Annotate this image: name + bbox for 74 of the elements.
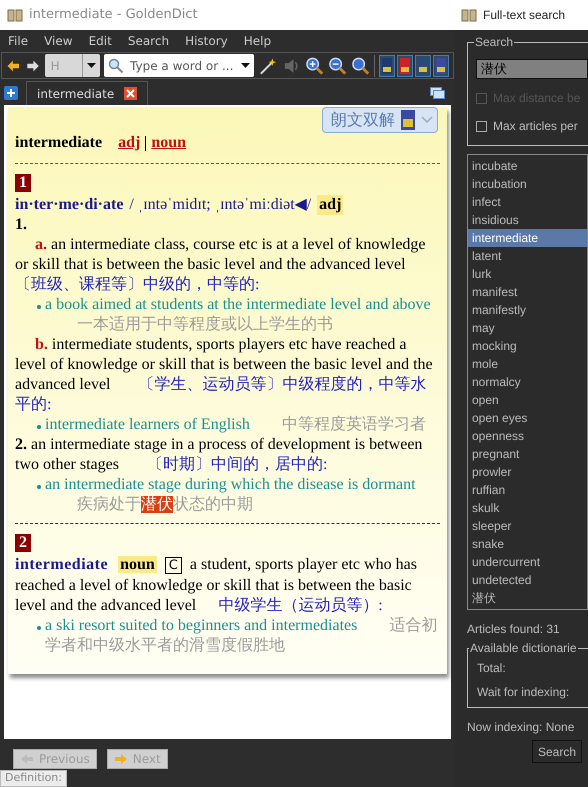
pos-link[interactable]: noun	[151, 131, 186, 155]
menu-item[interactable]: View	[44, 32, 73, 50]
result-item[interactable]: open	[468, 391, 587, 409]
result-item[interactable]: 潜伏	[468, 589, 587, 607]
windows-icon[interactable]	[430, 86, 445, 100]
result-item[interactable]: normalcy	[468, 373, 587, 391]
total-label: Total:	[477, 661, 507, 675]
book-icon	[461, 8, 477, 22]
menu-item[interactable]: Help	[244, 32, 272, 50]
definition: b. intermediate students, sports players etc have reached a level of knowledge or skill that is between the basic level and the advanced level 〔学生、运动员等〕中级程度的，中等水平的:	[15, 335, 434, 415]
sense-number: 1.	[15, 215, 27, 235]
book-icon	[7, 8, 23, 22]
result-item[interactable]: manifestly	[468, 301, 587, 319]
result-item[interactable]: pregnant	[468, 445, 587, 463]
definition: a. an intermediate class, course etc is at a level of knowledge or skill that is between the basic level and the advanced level 〔班级、课程等〕中级的，中等的:	[15, 235, 427, 295]
forward-arrow-icon	[114, 753, 128, 765]
result-item[interactable]: manifest	[468, 283, 587, 301]
result-item[interactable]: mole	[468, 355, 587, 373]
pronunciation: / ˌɪntəˈmidɪt; ˌɪntəˈmiːdiət◀/	[129, 195, 312, 215]
result-item[interactable]: may	[468, 319, 587, 337]
result-item[interactable]: prowler	[468, 463, 587, 481]
result-item[interactable]: openness	[468, 427, 587, 445]
result-item[interactable]: intermediate	[468, 229, 587, 247]
group-label: Available dictionarie	[469, 641, 578, 655]
chevron-icon	[421, 116, 433, 124]
bullet-icon	[37, 425, 41, 429]
window-title: intermediate - GoldenDict	[29, 6, 198, 24]
result-item[interactable]: latent	[468, 247, 587, 265]
result-item[interactable]: incubate	[468, 157, 587, 175]
example: an intermediate stage during which the disease is dormant 疾病处于潜伏状态的中期	[45, 475, 417, 515]
result-item[interactable]: undetected	[468, 571, 587, 589]
menu-item[interactable]: History	[185, 32, 228, 50]
example: a book aimed at students at the intermediate level and above 一本适用于中等程度或以上学生的书	[45, 295, 432, 335]
entry-number: 2	[15, 534, 31, 552]
part-of-speech: adj	[317, 195, 344, 215]
definition: 2. an intermediate stage in a process of development is between two other stages 〔时期〕中间的，居中的:	[15, 435, 424, 475]
query-field[interactable]: 潜伏	[476, 59, 588, 79]
result-item[interactable]: sleeper	[468, 517, 587, 535]
menu-item[interactable]: Edit	[88, 32, 112, 50]
bullet-icon	[37, 626, 41, 630]
group-label: Search	[474, 35, 514, 49]
menu-item[interactable]: Search	[128, 32, 170, 50]
option-label: Max articles per	[493, 118, 578, 135]
search-button[interactable]: Search	[532, 740, 582, 763]
result-item[interactable]: lurk	[468, 265, 587, 283]
indexing-status: Now indexing: None	[467, 720, 576, 734]
syllabified-headword: in·ter·me·di·ate	[15, 195, 124, 215]
result-item[interactable]: insidious	[468, 211, 587, 229]
result-item[interactable]: skulk	[468, 499, 587, 517]
result-item[interactable]: infect	[468, 193, 587, 211]
bullet-icon	[37, 305, 41, 309]
wait-label: Wait for indexing:	[477, 685, 570, 699]
window-title: Full-text search	[483, 7, 566, 24]
entry-number: 1	[15, 174, 31, 192]
tab[interactable]: intermediate	[26, 81, 148, 105]
result-item[interactable]: mocking	[468, 337, 587, 355]
checkbox[interactable]	[476, 120, 487, 132]
close-icon[interactable]	[124, 87, 138, 100]
article-headword: intermediate	[15, 133, 102, 153]
result-item[interactable]: ruffian	[468, 481, 587, 499]
example: intermediate learners of English 中等程度英语学习者	[45, 415, 426, 435]
result-item[interactable]: snake	[468, 535, 587, 553]
definition: intermediate noun C a student, sports player etc who has reached a level of knowledge or skill that is between the basic level and the advanced level 中级学生（运动员等）:	[15, 555, 418, 616]
menu-item[interactable]: File	[8, 32, 28, 50]
example: a ski resort suited to beginners and intermediates 适合初学者和中级水平者的滑雪度假胜地	[45, 616, 438, 656]
dictionary-cover-icon	[401, 110, 415, 130]
new-tab-icon[interactable]	[4, 86, 18, 100]
tooltip: Definition:	[0, 770, 67, 787]
pos-link[interactable]: adj	[118, 131, 140, 155]
result-item[interactable]: undercurrent	[468, 553, 587, 571]
articles-found: Articles found: 31	[467, 622, 561, 636]
bullet-icon	[37, 485, 41, 489]
result-item[interactable]: incubation	[468, 175, 587, 193]
result-item[interactable]: open eyes	[468, 409, 587, 427]
